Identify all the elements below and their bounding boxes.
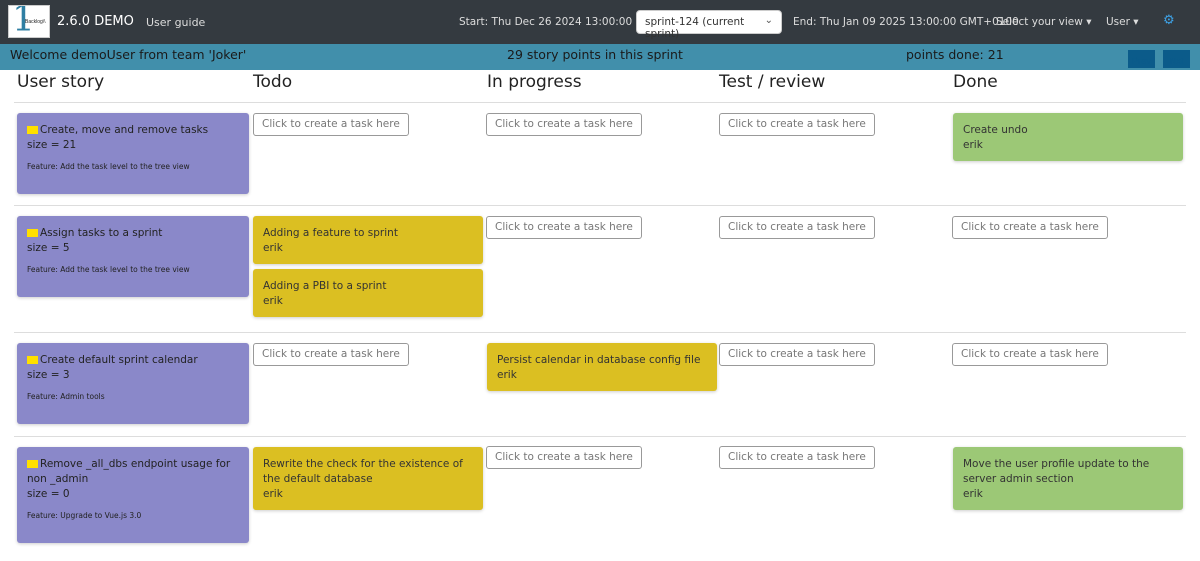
folder-icon	[27, 356, 38, 364]
story-feature: Feature: Add the task level to the tree …	[27, 265, 190, 274]
row-divider	[14, 205, 1186, 206]
logo-text: Backlog\\	[25, 19, 46, 25]
app-logo[interactable]: 1 Backlog\\	[8, 5, 50, 38]
create-task-button-todo[interactable]: Click to create a task here	[253, 343, 409, 366]
user-story-card[interactable]: Create, move and remove tasks size = 21 …	[17, 113, 249, 194]
app-version: 2.6.0 DEMO	[57, 14, 134, 29]
task-card[interactable]: Create undo erik	[953, 113, 1183, 161]
task-title: Persist calendar in database config file	[497, 354, 701, 366]
header-divider	[14, 102, 1186, 103]
welcome-message: Welcome demoUser from team 'Joker'	[10, 47, 247, 62]
folder-icon	[27, 460, 38, 468]
row-divider	[14, 436, 1186, 437]
user-story-card[interactable]: Create default sprint calendar size = 3 …	[17, 343, 249, 424]
sprint-info-bar: Welcome demoUser from team 'Joker' 29 st…	[0, 44, 1200, 70]
row-divider	[14, 332, 1186, 333]
create-task-button-in-progress[interactable]: Click to create a task here	[486, 113, 642, 136]
prev-sprint-button[interactable]: Prev	[1128, 50, 1155, 68]
story-size: size = 0	[27, 488, 70, 500]
user-guide-link[interactable]: User guide	[146, 16, 205, 29]
task-title: Adding a feature to sprint	[263, 227, 398, 239]
task-title: Rewrite the check for the existence of t…	[263, 458, 463, 485]
task-owner: erik	[263, 295, 283, 307]
create-task-button-todo[interactable]: Click to create a task here	[253, 113, 409, 136]
gear-icon[interactable]: ⚙	[1163, 13, 1175, 28]
task-owner: erik	[263, 488, 283, 500]
task-card[interactable]: Rewrite the check for the existence of t…	[253, 447, 483, 510]
task-title: Adding a PBI to a sprint	[263, 280, 387, 292]
task-owner: erik	[963, 139, 983, 151]
story-title: Assign tasks to a sprint	[27, 226, 239, 241]
task-title: Create undo	[963, 124, 1028, 136]
create-task-button-in-progress[interactable]: Click to create a task here	[486, 216, 642, 239]
top-navbar: 1 Backlog\\ 2.6.0 DEMO User guide Start:…	[0, 0, 1200, 44]
story-size: size = 21	[27, 139, 77, 151]
user-story-card[interactable]: Remove _all_dbs endpoint usage for non _…	[17, 447, 249, 543]
story-size: size = 3	[27, 369, 70, 381]
sprint-end-date: End: Thu Jan 09 2025 13:00:00 GMT+0100	[793, 16, 1019, 28]
task-card[interactable]: Adding a feature to sprint erik	[253, 216, 483, 264]
create-task-button-done[interactable]: Click to create a task here	[952, 343, 1108, 366]
sprint-select[interactable]: sprint-124 (current sprint) ⌄	[636, 10, 782, 40]
task-card[interactable]: Move the user profile update to the serv…	[953, 447, 1183, 510]
column-header-in-progress: In progress	[487, 72, 582, 92]
story-feature: Feature: Add the task level to the tree …	[27, 162, 190, 171]
create-task-button-test-review[interactable]: Click to create a task here	[719, 113, 875, 136]
points-done: points done: 21	[906, 47, 1004, 62]
create-task-button-in-progress[interactable]: Click to create a task here	[486, 446, 642, 469]
create-task-button-test-review[interactable]: Click to create a task here	[719, 446, 875, 469]
story-title: Remove _all_dbs endpoint usage for non _…	[27, 458, 231, 485]
create-task-button-test-review[interactable]: Click to create a task here	[719, 343, 875, 366]
next-sprint-button[interactable]: Nxt	[1163, 50, 1190, 68]
folder-icon	[27, 126, 38, 134]
task-card[interactable]: Adding a PBI to a sprint erik	[253, 269, 483, 317]
story-feature: Feature: Upgrade to Vue.js 3.0	[27, 511, 142, 520]
create-task-button-done[interactable]: Click to create a task here	[952, 216, 1108, 239]
select-view-menu[interactable]: Select your view ▾	[996, 16, 1091, 28]
task-owner: erik	[497, 369, 517, 381]
task-card[interactable]: Persist calendar in database config file…	[487, 343, 717, 391]
task-owner: erik	[263, 242, 283, 254]
story-size: size = 5	[27, 242, 70, 254]
sprint-points: 29 story points in this sprint	[507, 47, 683, 62]
task-title: Move the user profile update to the serv…	[963, 458, 1150, 485]
column-header-user-story: User story	[17, 72, 105, 92]
story-feature: Feature: Admin tools	[27, 392, 105, 401]
folder-icon	[27, 229, 38, 237]
user-menu[interactable]: User ▾	[1106, 16, 1139, 28]
create-task-button-test-review[interactable]: Click to create a task here	[719, 216, 875, 239]
story-title: Create default sprint calendar	[27, 353, 239, 368]
column-header-todo: Todo	[253, 72, 293, 92]
sprint-select-value: sprint-124 (current sprint)	[645, 16, 745, 40]
column-header-test-review: Test / review	[719, 72, 826, 92]
column-header-done: Done	[953, 72, 998, 92]
story-title: Create, move and remove tasks	[27, 123, 239, 138]
user-story-card[interactable]: Assign tasks to a sprint size = 5 Featur…	[17, 216, 249, 297]
chevron-down-icon: ⌄	[764, 15, 773, 26]
task-owner: erik	[963, 488, 983, 500]
